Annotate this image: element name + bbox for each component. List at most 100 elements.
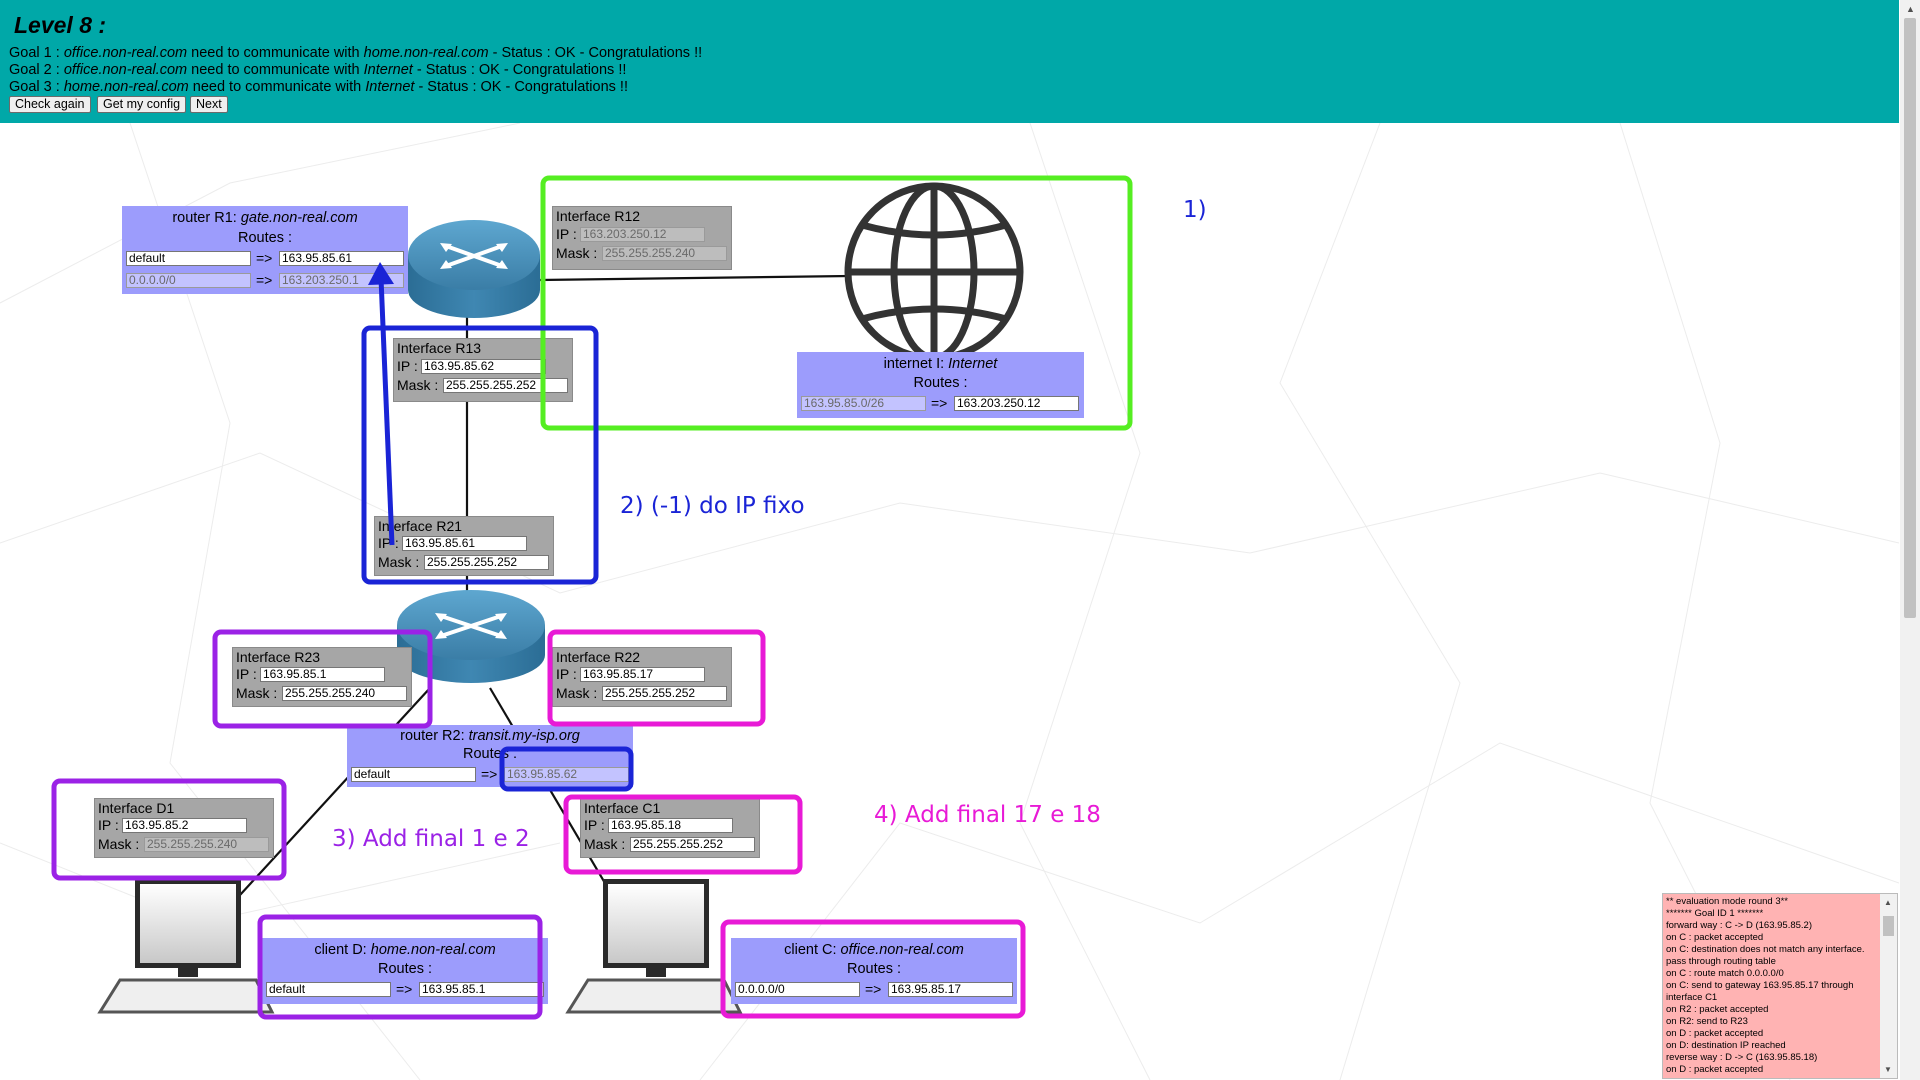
interface-c1-mask-field[interactable]: 255.255.255.252 bbox=[630, 837, 755, 852]
client-d-route-1-arrow: => bbox=[396, 981, 413, 997]
router-r1-icon[interactable] bbox=[408, 220, 540, 318]
interface-r23-mask-label: Mask : bbox=[236, 685, 278, 701]
client-d-panel: client D: home.non-real.com Routes : def… bbox=[262, 938, 548, 1004]
interface-r12: Interface R12 IP : 163.203.250.12 Mask :… bbox=[552, 206, 732, 270]
interface-r12-mask-field: 255.255.255.240 bbox=[602, 246, 727, 261]
interface-r22-ip-field[interactable]: 163.95.85.17 bbox=[580, 667, 705, 682]
r1-route-1-gateway[interactable]: 163.95.85.61 bbox=[279, 251, 404, 266]
computer-c-icon[interactable] bbox=[565, 879, 743, 1014]
interface-r21-mask-field[interactable]: 255.255.255.252 bbox=[424, 555, 549, 570]
internet-panel: internet I: Internet Routes : 163.95.85.… bbox=[797, 352, 1084, 418]
log-scroll-down-icon[interactable]: ▼ bbox=[1884, 1065, 1892, 1074]
internet-title: internet I: Internet bbox=[883, 356, 998, 372]
interface-r13-mask-field[interactable]: 255.255.255.252 bbox=[443, 378, 568, 393]
interface-r13-ip-label: IP : bbox=[397, 358, 418, 374]
interface-r12-ip-field: 163.203.250.12 bbox=[580, 227, 705, 242]
annotation-text-1: 1) bbox=[1183, 197, 1207, 223]
log-line: on C : route match 0.0.0.0/0 bbox=[1666, 968, 1784, 979]
interface-c1-ip-label: IP : bbox=[584, 817, 605, 833]
globe-icon[interactable] bbox=[844, 182, 1024, 362]
interface-r21-title: Interface R21 bbox=[378, 518, 463, 534]
router-r2-title: router R2: transit.my-isp.org bbox=[400, 728, 580, 744]
interface-r23: Interface R23 IP : 163.95.85.1 Mask : 25… bbox=[232, 647, 412, 707]
router-r2-routes-label: Routes : bbox=[463, 746, 517, 762]
annotation-text-3: 3) Add final 1 e 2 bbox=[332, 826, 530, 852]
interface-r23-ip-label: IP : bbox=[236, 666, 257, 682]
computer-d-icon[interactable] bbox=[97, 879, 275, 1014]
r2-route-1-gateway: 163.95.85.62 bbox=[504, 767, 629, 782]
client-c-routes-label: Routes : bbox=[847, 961, 901, 977]
internet-routes-label: Routes : bbox=[913, 375, 968, 391]
router-r2-icon[interactable] bbox=[397, 590, 545, 683]
interface-c1: Interface C1 IP : 163.95.85.18 Mask : 25… bbox=[580, 798, 760, 858]
scroll-up-icon[interactable]: ▲ bbox=[1906, 4, 1915, 14]
interface-r13: Interface R13 IP : 163.95.85.62 Mask : 2… bbox=[393, 338, 573, 402]
r1-route-1-arrow: => bbox=[256, 250, 273, 266]
interface-d1-ip-label: IP : bbox=[98, 817, 119, 833]
log-line: forward way : C -> D (163.95.85.2) bbox=[1666, 920, 1812, 931]
interface-r13-ip-field[interactable]: 163.95.85.62 bbox=[421, 359, 546, 374]
interface-d1: Interface D1 IP : 163.95.85.2 Mask : 255… bbox=[94, 798, 274, 858]
interface-r12-ip-label: IP : bbox=[556, 226, 577, 242]
r1-route-2-arrow: => bbox=[256, 272, 273, 288]
router-r1-routes-label: Routes : bbox=[238, 230, 292, 246]
router-r2-panel: router R2: transit.my-isp.org Routes : d… bbox=[347, 725, 633, 787]
log-scrollbar[interactable]: ▲ ▼ bbox=[1880, 894, 1897, 1078]
router-r1-panel: router R1: gate.non-real.com Routes : de… bbox=[122, 206, 408, 294]
interface-r12-mask-label: Mask : bbox=[556, 245, 598, 261]
interface-r13-mask-label: Mask : bbox=[397, 377, 439, 393]
log-line: on C: send to gateway 163.95.85.17 throu… bbox=[1666, 980, 1854, 1003]
interface-r22: Interface R22 IP : 163.95.85.17 Mask : 2… bbox=[552, 647, 732, 707]
client-c-route-1-gateway[interactable]: 163.95.85.17 bbox=[888, 982, 1013, 997]
interface-d1-ip-field[interactable]: 163.95.85.2 bbox=[122, 818, 247, 833]
interface-r12-title: Interface R12 bbox=[556, 208, 641, 224]
interface-r23-ip-field[interactable]: 163.95.85.1 bbox=[260, 667, 385, 682]
log-line: reverse way : D -> C (163.95.85.18) bbox=[1666, 1052, 1818, 1063]
interface-d1-title: Interface D1 bbox=[98, 800, 175, 816]
interface-r22-mask-field[interactable]: 255.255.255.252 bbox=[602, 686, 727, 701]
r1-route-2-gateway: 163.203.250.1 bbox=[279, 273, 404, 288]
log-line: ******* Goal ID 1 ******* bbox=[1666, 908, 1764, 919]
interface-c1-ip-field[interactable]: 163.95.85.18 bbox=[608, 818, 733, 833]
log-scroll-up-icon[interactable]: ▲ bbox=[1884, 898, 1892, 907]
annotation-text-2: 2) (-1) do IP fixo bbox=[620, 493, 805, 519]
internet-route-1-gateway[interactable]: 163.203.250.12 bbox=[954, 396, 1079, 411]
log-line: on R2 : packet accepted bbox=[1666, 1004, 1769, 1015]
interface-r23-title: Interface R23 bbox=[236, 649, 321, 665]
log-line: on C : packet accepted bbox=[1666, 932, 1764, 943]
log-line: on C: destination does not match any int… bbox=[1666, 944, 1865, 967]
network-diagram bbox=[97, 182, 1024, 1014]
interface-r22-mask-label: Mask : bbox=[556, 685, 598, 701]
client-d-title: client D: home.non-real.com bbox=[314, 942, 496, 958]
client-d-route-1-dest[interactable]: default bbox=[266, 982, 391, 997]
interface-c1-title: Interface C1 bbox=[584, 800, 661, 816]
interface-r13-title: Interface R13 bbox=[397, 340, 482, 356]
interface-r21-ip-label: IP : bbox=[378, 535, 399, 551]
log-line: ** evaluation mode round 3** bbox=[1666, 896, 1789, 907]
interface-r21-ip-field[interactable]: 163.95.85.61 bbox=[402, 536, 527, 551]
scrollbar-thumb[interactable] bbox=[1904, 18, 1916, 618]
client-c-panel: client C: office.non-real.com Routes : 0… bbox=[731, 938, 1017, 1004]
interface-r21: Interface R21 IP : 163.95.85.61 Mask : 2… bbox=[374, 516, 554, 576]
r2-route-1-dest[interactable]: default bbox=[351, 767, 476, 782]
r1-route-1-dest[interactable]: default bbox=[126, 251, 251, 266]
internet-route-1-arrow: => bbox=[931, 395, 948, 411]
client-c-route-1-dest[interactable]: 0.0.0.0/0 bbox=[735, 982, 860, 997]
log-line: on R2: send to R23 bbox=[1666, 1016, 1748, 1027]
interface-d1-mask-field: 255.255.255.240 bbox=[144, 837, 269, 852]
evaluation-log-text: ** evaluation mode round 3** ******* Goa… bbox=[1666, 896, 1878, 1076]
log-line: on D : packet accepted bbox=[1666, 1064, 1764, 1075]
interface-r23-mask-field[interactable]: 255.255.255.240 bbox=[282, 686, 407, 701]
client-d-routes-label: Routes : bbox=[378, 961, 432, 977]
evaluation-log[interactable]: ** evaluation mode round 3** ******* Goa… bbox=[1662, 893, 1898, 1079]
interface-c1-mask-label: Mask : bbox=[584, 836, 626, 852]
client-d-route-1-gateway[interactable]: 163.95.85.1 bbox=[419, 982, 544, 997]
interface-r22-title: Interface R22 bbox=[556, 649, 641, 665]
client-c-title: client C: office.non-real.com bbox=[784, 942, 964, 958]
internet-route-1-dest: 163.95.85.0/26 bbox=[801, 396, 926, 411]
log-line: on D: destination IP reached bbox=[1666, 1040, 1786, 1051]
client-c-route-1-arrow: => bbox=[865, 981, 882, 997]
log-scrollbar-thumb[interactable] bbox=[1883, 916, 1894, 936]
page-scrollbar[interactable]: ▲ bbox=[1900, 0, 1920, 1080]
annotation-text-4: 4) Add final 17 e 18 bbox=[874, 802, 1101, 828]
